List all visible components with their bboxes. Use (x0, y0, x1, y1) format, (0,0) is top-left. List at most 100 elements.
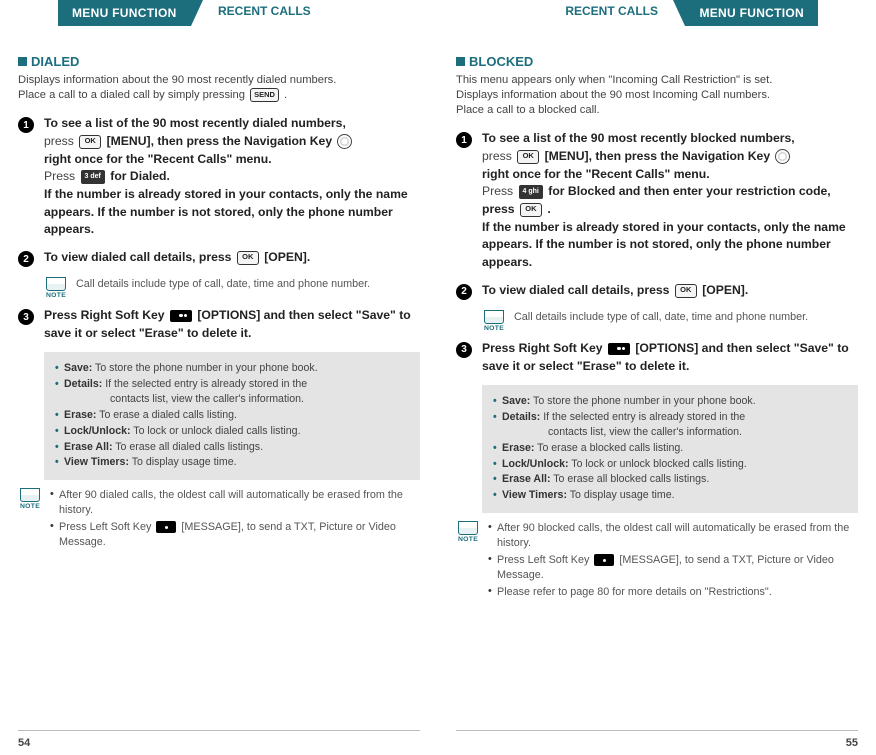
header-subtitle: RECENT CALLS (218, 4, 311, 18)
t: right once for the "Recent Calls" menu. (482, 167, 710, 181)
note-label: NOTE (18, 503, 42, 510)
t: To view dialed call details, press (44, 250, 235, 264)
note-item: Please refer to page 80 for more details… (488, 585, 858, 600)
t: Press (482, 184, 517, 198)
t: If the number is already stored in your … (482, 220, 846, 269)
intro-right: This menu appears only when "Incoming Ca… (456, 73, 858, 118)
header-subtitle: RECENT CALLS (565, 4, 658, 18)
intro-line: Place a call to a dialed call by simply … (18, 89, 248, 101)
opt-eraseall: Erase All: To erase all blocked calls li… (493, 472, 847, 487)
opt-erase: Erase: To erase a blocked calls listing. (493, 441, 847, 456)
section-title-blocked: BLOCKED (456, 54, 858, 69)
t: [OPEN]. (702, 283, 748, 297)
t: right once for the "Recent Calls" menu. (44, 152, 272, 166)
section-title-dialed: DIALED (18, 54, 420, 69)
keypad-4-icon: 4 ghi (519, 185, 543, 199)
note-label: NOTE (456, 536, 480, 543)
intro-line: Place a call to a blocked call. (456, 104, 600, 116)
t: Press Right Soft Key (482, 341, 606, 355)
header-right: RECENT CALLS MENU FUNCTION (456, 0, 858, 28)
note-text: Call details include type of call, date,… (76, 277, 370, 292)
note-footer-left: NOTE After 90 dialed calls, the oldest c… (18, 488, 420, 552)
step-body: To see a list of the 90 most recently bl… (482, 130, 858, 272)
note-item: After 90 blocked calls, the oldest call … (488, 521, 858, 550)
page-number: 54 (18, 737, 30, 749)
ok-key-icon: OK (517, 150, 539, 164)
note-text: Call details include type of call, date,… (514, 310, 808, 325)
t: Press (44, 169, 79, 183)
keypad-3-icon: 3 def (81, 170, 105, 184)
square-icon (18, 57, 27, 66)
intro-left: Displays information about the 90 most r… (18, 73, 420, 103)
note-label: NOTE (482, 325, 506, 332)
square-icon (456, 57, 465, 66)
step-badge: 2 (456, 284, 472, 300)
step-3: 3 Press Right Soft Key [OPTIONS] and the… (18, 307, 420, 342)
note-call-details: NOTE Call details include type of call, … (44, 277, 420, 299)
opt-lock: Lock/Unlock: To lock or unlock dialed ca… (55, 424, 409, 439)
note-label: NOTE (44, 292, 68, 299)
note-item: After 90 dialed calls, the oldest call w… (50, 488, 420, 517)
header-tab: MENU FUNCTION (685, 0, 818, 26)
t: . (547, 202, 550, 216)
t: [MENU], then press the Navigation Key (107, 134, 336, 148)
note-text: After 90 blocked calls, the oldest call … (488, 521, 858, 603)
step-badge: 1 (18, 117, 34, 133)
footer-rule (18, 730, 420, 731)
ok-key-icon: OK (520, 203, 542, 217)
t: Press Right Soft Key (44, 308, 168, 322)
opt-details: Details: If the selected entry is alread… (493, 410, 847, 440)
intro-line: Displays information about the 90 most r… (18, 74, 336, 86)
opt-eraseall: Erase All: To erase all dialed calls lis… (55, 440, 409, 455)
intro-line: Displays information about the 90 most I… (456, 89, 770, 101)
options-box: Save: To store the phone number in your … (482, 385, 858, 513)
step-body: To view dialed call details, press OK [O… (482, 282, 748, 300)
note-text: After 90 dialed calls, the oldest call w… (50, 488, 420, 552)
step-3: 3 Press Right Soft Key [OPTIONS] and the… (456, 340, 858, 375)
opt-timers: View Timers: To display usage time. (493, 488, 847, 503)
t: To see a list of the 90 most recently di… (44, 116, 346, 130)
softkey-dot-icon (156, 521, 176, 533)
step-body: To view dialed call details, press OK [O… (44, 249, 310, 267)
note-item: Press Left Soft Key [MESSAGE], to send a… (50, 520, 420, 549)
opt-erase: Erase: To erase a dialed calls listing. (55, 408, 409, 423)
page-spread: MENU FUNCTION RECENT CALLS DIALED Displa… (0, 0, 876, 755)
ok-key-icon: OK (675, 284, 697, 298)
options-box: Save: To store the phone number in your … (44, 352, 420, 480)
step-1: 1 To see a list of the 90 most recently … (18, 115, 420, 239)
ok-key-icon: OK (237, 251, 259, 265)
softkey-dots-icon (608, 343, 630, 355)
step-body: Press Right Soft Key [OPTIONS] and then … (482, 340, 858, 375)
step-2: 2 To view dialed call details, press OK … (18, 249, 420, 267)
note-call-details-right: NOTE Call details include type of call, … (482, 310, 858, 332)
ok-key-icon: OK (79, 135, 101, 149)
section-title-text: DIALED (31, 54, 79, 69)
step-badge: 2 (18, 251, 34, 267)
softkey-dot-icon (594, 554, 614, 566)
note-item: Press Left Soft Key [MESSAGE], to send a… (488, 553, 858, 582)
page-number: 55 (846, 737, 858, 749)
t: If the number is already stored in your … (44, 187, 408, 236)
t: To see a list of the 90 most recently bl… (482, 131, 795, 145)
opt-timers: View Timers: To display usage time. (55, 455, 409, 470)
page-54: MENU FUNCTION RECENT CALLS DIALED Displa… (0, 0, 438, 755)
step-badge: 3 (456, 342, 472, 358)
softkey-dots-icon (170, 310, 192, 322)
step-1: 1 To see a list of the 90 most recently … (456, 130, 858, 272)
footer-rule (456, 730, 858, 731)
note-icon: NOTE (482, 310, 506, 332)
intro-line: This menu appears only when "Incoming Ca… (456, 74, 772, 86)
send-key-icon: SEND (250, 88, 279, 102)
opt-details: Details: If the selected entry is alread… (55, 377, 409, 407)
t: for Dialed. (110, 169, 170, 183)
section-title-text: BLOCKED (469, 54, 533, 69)
t: [OPEN]. (264, 250, 310, 264)
opt-save: Save: To store the phone number in your … (493, 394, 847, 409)
note-icon: NOTE (18, 488, 42, 510)
opt-lock: Lock/Unlock: To lock or unlock blocked c… (493, 457, 847, 472)
step-body: Press Right Soft Key [OPTIONS] and then … (44, 307, 420, 342)
step-2: 2 To view dialed call details, press OK … (456, 282, 858, 300)
opt-save: Save: To store the phone number in your … (55, 361, 409, 376)
t: press (44, 134, 77, 148)
note-icon: NOTE (44, 277, 68, 299)
